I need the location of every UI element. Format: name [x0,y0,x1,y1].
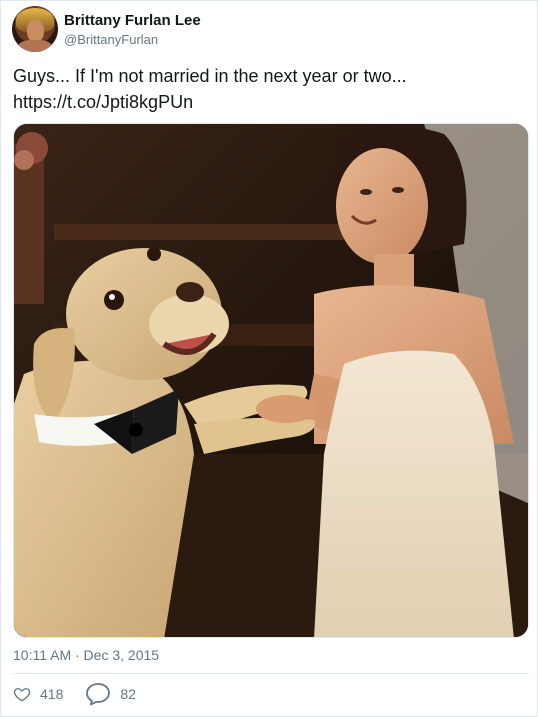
tweet-text: Guys... If I'm not married in the next y… [13,63,523,115]
like-count: 418 [40,686,64,702]
reply-count: 82 [120,686,136,702]
photo-dog-and-bride [14,124,528,637]
author-names: Brittany Furlan Lee @BrittanyFurlan [64,11,201,48]
tweet-actions: 418 82 [13,682,136,706]
reply-bubble-icon [85,682,111,706]
user-handle[interactable]: @BrittanyFurlan [64,31,201,48]
reply-button[interactable]: 82 [85,682,136,706]
heart-icon [13,685,31,703]
tweet-photo[interactable] [13,123,529,638]
tweet-timestamp[interactable]: 10:11 AM · Dec 3, 2015 [13,646,159,664]
avatar[interactable] [12,6,58,52]
avatar-shoulder [18,40,52,52]
tweet-header: Brittany Furlan Lee @BrittanyFurlan [12,6,201,52]
display-name[interactable]: Brittany Furlan Lee [64,11,201,31]
tweet-card: Brittany Furlan Lee @BrittanyFurlan Guys… [0,0,538,717]
avatar-face [27,20,44,42]
tweet-link[interactable]: https://t.co/Jpti8kgPUn [13,89,523,115]
tweet-body: Guys... If I'm not married in the next y… [13,66,407,86]
like-button[interactable]: 418 [13,685,63,703]
divider [13,673,529,674]
